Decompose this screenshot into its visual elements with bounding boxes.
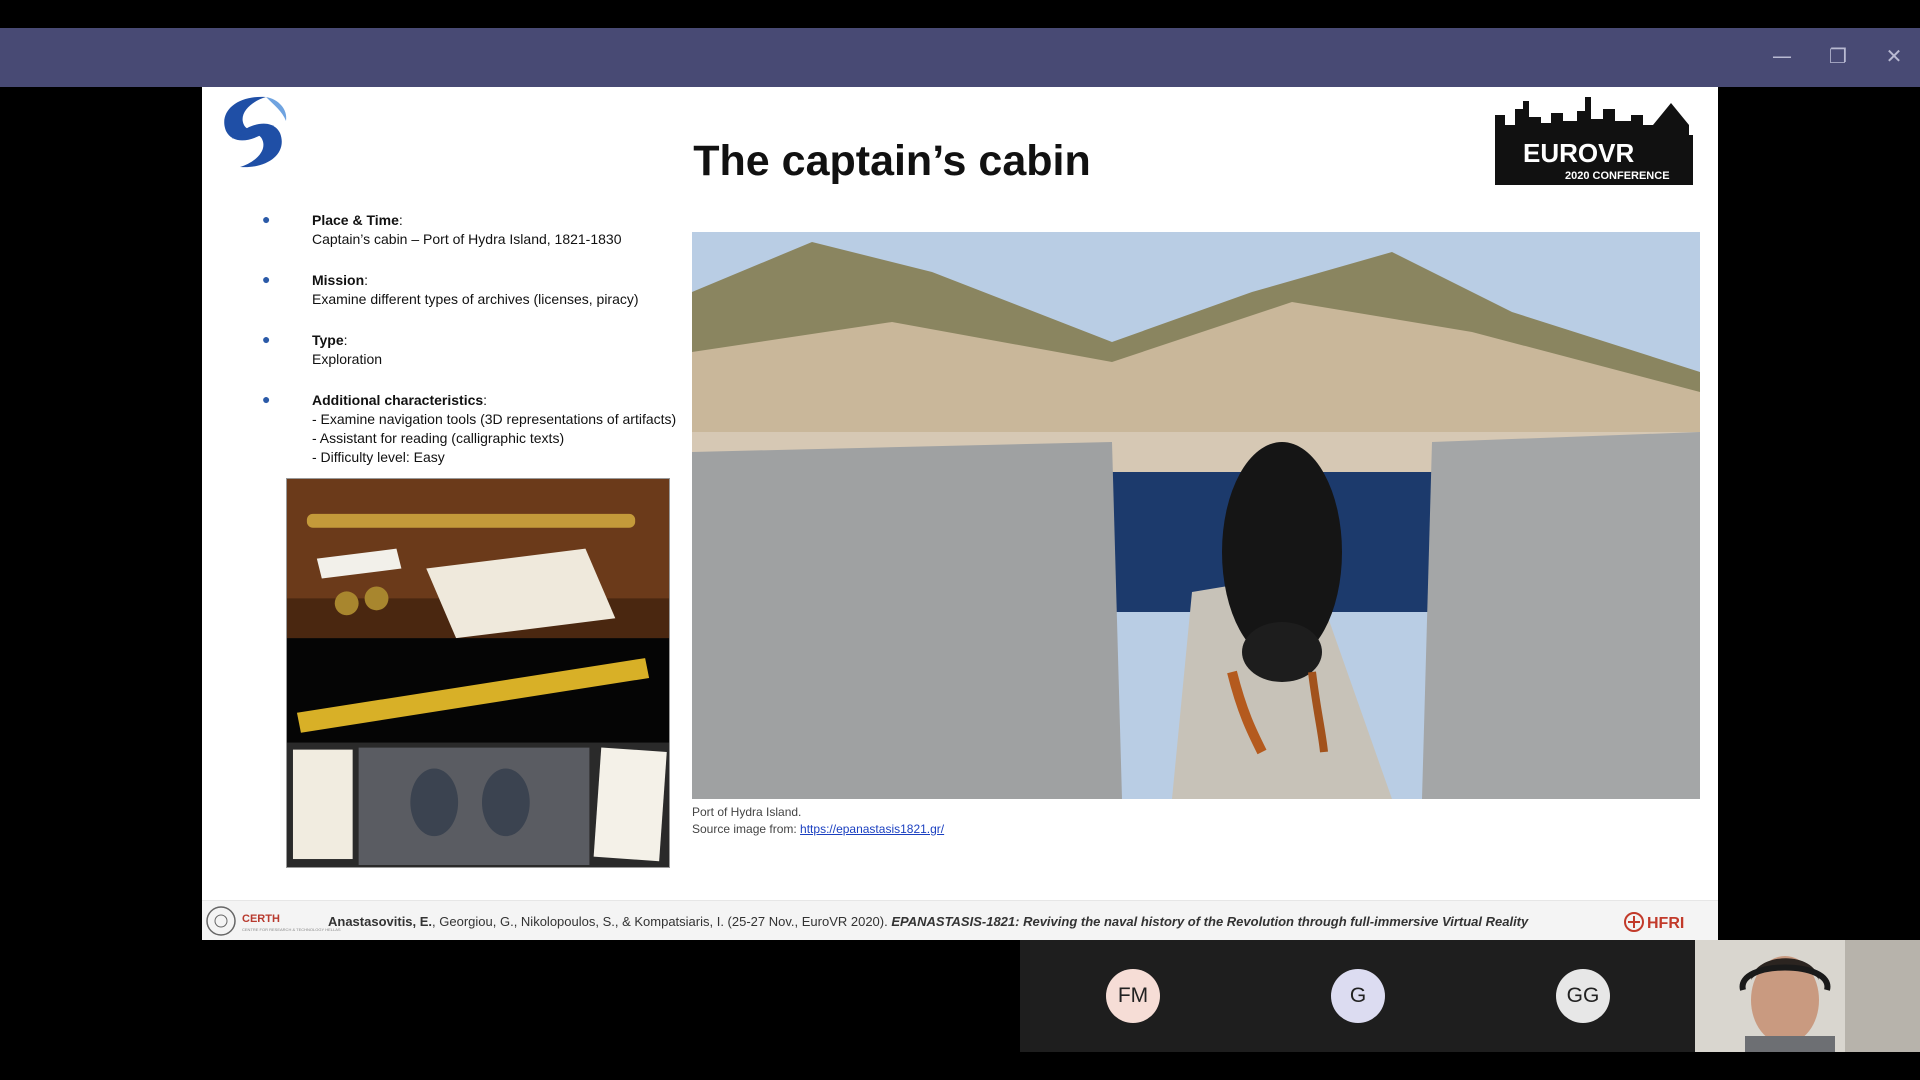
- caption-line: Port of Hydra Island.: [692, 805, 802, 819]
- participant-avatar-gg: GG: [1556, 969, 1610, 1023]
- hfri-logo: HFRI: [1624, 912, 1684, 932]
- bullet-text: Captain’s cabin – Port of Hydra Island, …: [312, 231, 622, 247]
- footer-citation: Anastasovitis, E., Georgiou, G., Nikolop…: [328, 914, 1528, 929]
- project-logo-icon: [224, 96, 287, 168]
- bullet-additional-characteristics: ● Additional characteristics: - Examine …: [262, 391, 712, 467]
- bullet-heading: Place & Time: [312, 212, 399, 228]
- close-button[interactable]: ✕: [1878, 40, 1910, 72]
- participant-avatar-fm: FM: [1106, 969, 1160, 1023]
- bullet-text: Examine different types of archives (lic…: [312, 291, 639, 307]
- bullet-heading: Type: [312, 332, 344, 348]
- certh-logo-text: CERTH: [242, 913, 280, 925]
- bottom-black-bar: [0, 1052, 1920, 1080]
- top-black-bar: [0, 0, 1920, 28]
- bullet-mission: ● Mission: Examine different types of ar…: [262, 271, 712, 309]
- source-link[interactable]: https://epanastasis1821.gr/: [800, 822, 944, 836]
- participant-avatar-g: G: [1331, 969, 1385, 1023]
- bullet-dot-icon: ●: [262, 391, 271, 407]
- certh-logo-subtext: CENTRE FOR RESEARCH & TECHNOLOGY HELLAS: [242, 927, 341, 932]
- bullet-text: Exploration: [312, 351, 383, 367]
- minimize-button[interactable]: —: [1766, 40, 1798, 72]
- hydra-port-photo: [692, 232, 1700, 799]
- slide-footer: CERTH CENTRE FOR RESEARCH & TECHNOLOGY H…: [202, 900, 1718, 940]
- participant-tile-gg[interactable]: GG: [1470, 940, 1695, 1052]
- bullet-text: - Assistant for reading (calligraphic te…: [312, 430, 565, 446]
- caption-source-label: Source image from:: [692, 822, 801, 836]
- bullet-type: ● Type: Exploration: [262, 331, 712, 369]
- slide-title: The captain’s cabin: [693, 137, 1091, 185]
- bullet-dot-icon: ●: [262, 331, 271, 347]
- bullet-heading: Mission: [312, 272, 365, 288]
- bullet-dot-icon: ●: [262, 271, 271, 287]
- restore-button[interactable]: ❐: [1822, 40, 1854, 72]
- photo-caption: Port of Hydra Island. Source image from:…: [692, 804, 944, 838]
- citation-author: Anastasovitis, E.: [328, 914, 433, 929]
- eurovr-conference-logo: EUROVR 2020 CONFERENCE: [1495, 97, 1693, 185]
- bullet-dot-icon: ●: [262, 211, 271, 227]
- bullet-text: - Difficulty level: Easy: [312, 449, 445, 465]
- participant-tile-g[interactable]: G: [1245, 940, 1470, 1052]
- bullet-heading: Additional characteristics: [312, 392, 484, 408]
- participant-tile-fm[interactable]: FM: [1020, 940, 1245, 1052]
- artifacts-collage-image: [286, 478, 670, 868]
- citation-paper-title: EPANASTASIS-1821: Reviving the naval his…: [891, 914, 1529, 929]
- eurovr-logo-subtext: 2020 CONFERENCE: [1565, 170, 1670, 182]
- bullet-text: - Examine navigation tools (3D represent…: [312, 411, 677, 427]
- bullet-place-time: ● Place & Time: Captain’s cabin – Port o…: [262, 211, 712, 249]
- presentation-slide: EUROVR 2020 CONFERENCE The captain’s cab…: [202, 87, 1718, 940]
- speaker-video-tile[interactable]: [1695, 940, 1920, 1052]
- meeting-title-bar: — ❐ ✕: [0, 28, 1920, 87]
- hfri-logo-text: HFRI: [1647, 915, 1684, 932]
- eurovr-logo-text: EUROVR: [1523, 138, 1634, 168]
- bullet-list: ● Place & Time: Captain’s cabin – Port o…: [262, 211, 712, 489]
- citation-text: , Georgiou, G., Nikolopoulos, S., & Komp…: [432, 914, 892, 929]
